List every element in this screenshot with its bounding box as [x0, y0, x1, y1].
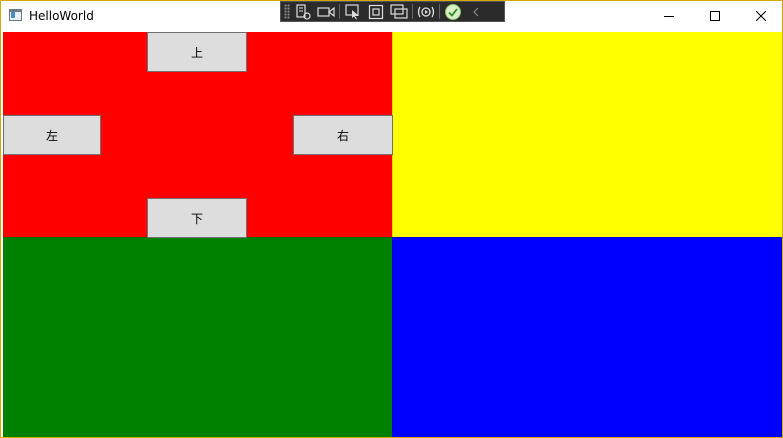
binding-check-icon[interactable]	[443, 2, 463, 21]
minimize-button[interactable]	[647, 1, 691, 31]
quadrant-top-right-yellow	[392, 32, 782, 237]
quadrant-bottom-left-green	[3, 237, 392, 437]
up-button[interactable]: 上	[147, 32, 247, 72]
toolbar-separator	[439, 4, 440, 19]
grip-icon[interactable]	[284, 4, 290, 19]
close-icon	[756, 11, 766, 21]
live-visual-tree-icon[interactable]	[293, 2, 313, 21]
hot-reload-icon[interactable]	[416, 2, 436, 21]
maximize-button[interactable]	[693, 1, 737, 31]
toolbar-separator	[339, 4, 340, 19]
close-button[interactable]	[739, 1, 782, 31]
app-window: HelloWorld 上 左 右 下	[0, 0, 783, 438]
left-button[interactable]: 左	[3, 115, 101, 155]
main-grid: 上 左 右 下	[3, 32, 782, 437]
record-video-icon[interactable]	[316, 2, 336, 21]
track-focused-element-icon[interactable]	[389, 2, 409, 21]
quadrant-bottom-right-blue	[392, 237, 782, 437]
debug-toolbar	[280, 1, 505, 22]
app-window-icon	[9, 9, 22, 21]
grid-divider-vertical	[392, 32, 393, 437]
title-bar[interactable]: HelloWorld	[1, 1, 782, 31]
select-element-icon[interactable]	[343, 2, 363, 21]
right-button[interactable]: 右	[293, 115, 393, 155]
toolbar-separator	[412, 4, 413, 19]
maximize-icon	[710, 11, 720, 21]
window-title: HelloWorld	[29, 9, 94, 23]
minimize-icon	[664, 16, 674, 17]
display-layout-adorners-icon[interactable]	[366, 2, 386, 21]
down-button[interactable]: 下	[147, 198, 247, 238]
collapse-chevron-icon[interactable]	[466, 2, 486, 21]
